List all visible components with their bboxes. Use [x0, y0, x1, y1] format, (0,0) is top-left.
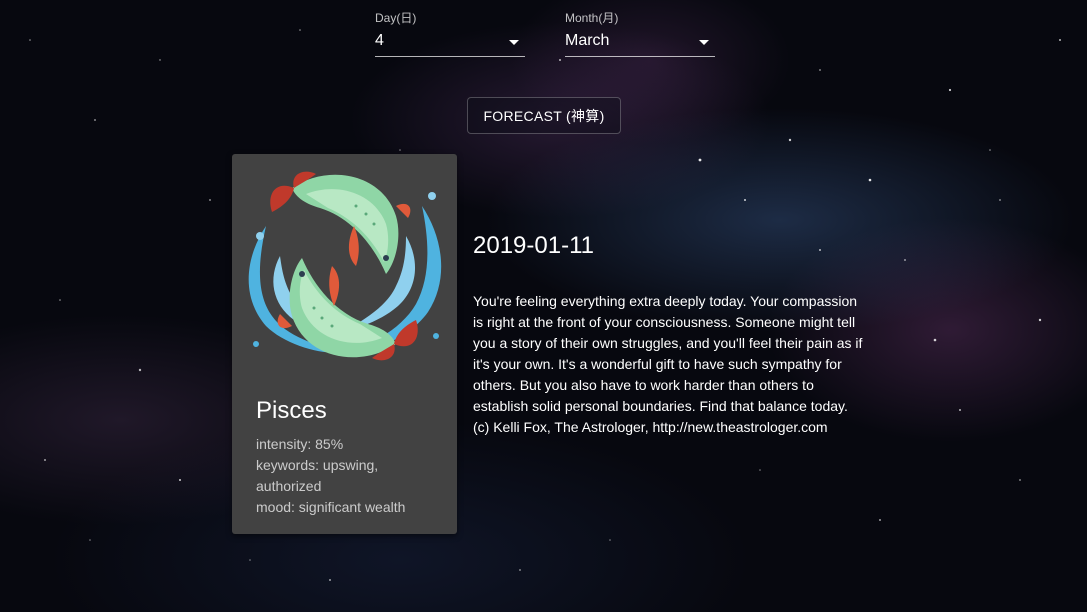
sign-keywords: keywords: upswing, authorized: [256, 457, 379, 494]
sign-name: Pisces: [256, 397, 327, 424]
sign-card: Pisces intensity: 85% keywords: upswing,…: [232, 154, 457, 534]
month-select-value: March: [565, 32, 610, 49]
sign-intensity: intensity: 85%: [256, 436, 344, 452]
month-select-label: Month(月): [565, 11, 619, 25]
day-select-value: 4: [375, 32, 384, 49]
forecast-button[interactable]: FORECAST (神算): [467, 97, 621, 134]
day-select[interactable]: Day(日) 4: [375, 10, 525, 57]
month-select[interactable]: Month(月) March: [565, 10, 715, 57]
forecast-date: 2019-01-11: [473, 232, 594, 259]
sign-mood: mood: significant wealth: [256, 499, 406, 515]
day-select-box[interactable]: 4: [375, 26, 525, 57]
forecast-text: You're feeling everything extra deeply t…: [473, 293, 863, 435]
day-select-label: Day(日): [375, 11, 417, 25]
pisces-fish-icon: [248, 171, 442, 361]
month-select-box[interactable]: March: [565, 26, 715, 57]
chevron-down-icon[interactable]: [699, 40, 709, 45]
sign-details: intensity: 85% keywords: upswing, author…: [256, 434, 436, 518]
chevron-down-icon[interactable]: [509, 40, 519, 45]
